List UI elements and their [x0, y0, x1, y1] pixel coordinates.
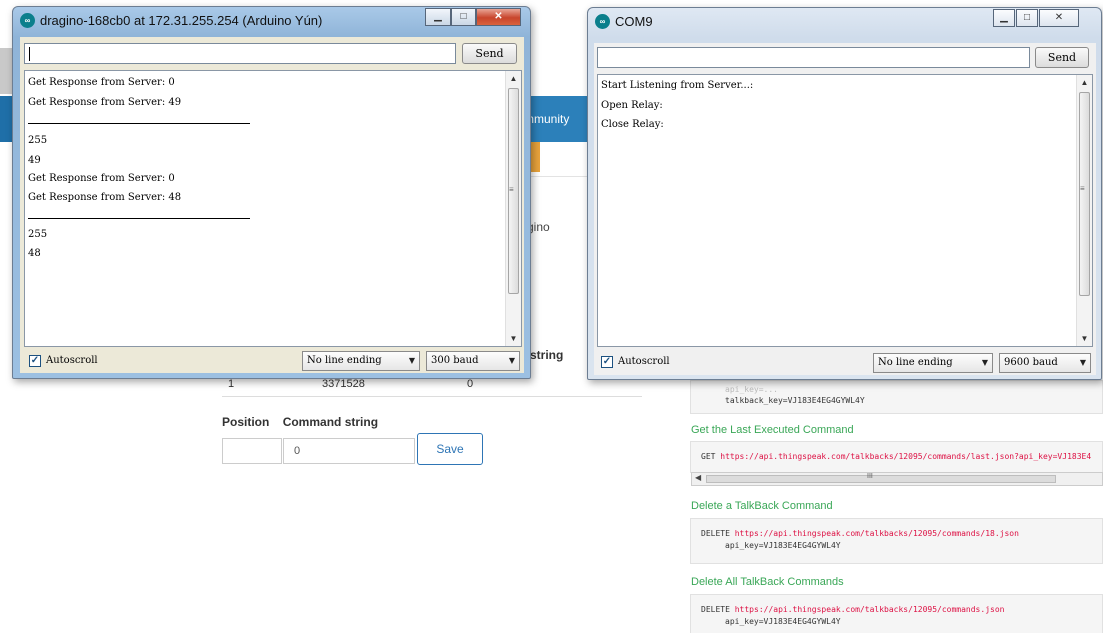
monitor-footer: ✓ Autoscroll No line ending ▼ 300 baud ▼: [20, 349, 524, 373]
serial-monitor-window-com9: ∞ COM9 ▁ □ ✕ Send Start Listening from S…: [587, 7, 1102, 380]
window-title: COM9: [615, 14, 653, 29]
title-bar[interactable]: ∞ COM9 ▁ □ ✕: [588, 8, 1101, 34]
code-line-param: api_key=VJ183E4EG4GYWL4Y: [725, 617, 841, 626]
line-ending-select[interactable]: No line ending ▼: [873, 353, 993, 373]
output-line: 49: [28, 155, 41, 166]
http-method: DELETE: [701, 529, 730, 538]
close-icon[interactable]: ✕: [1039, 9, 1079, 27]
output-line: Get Response from Server: 48: [28, 192, 182, 203]
command-string-label: Command string: [282, 415, 379, 429]
send-button[interactable]: Send: [1035, 47, 1089, 68]
endpoint-url[interactable]: https://api.thingspeak.com/talkbacks/120…: [720, 452, 1091, 461]
code-line-param: api_key=VJ183E4EG4GYWL4Y: [725, 541, 841, 550]
code-block-last-executed: GET https://api.thingspeak.com/talkbacks…: [690, 441, 1103, 473]
output-line: 48: [28, 248, 41, 259]
table-row: 1 3371528 0: [222, 377, 642, 397]
line-ending-select[interactable]: No line ending ▼: [302, 351, 420, 371]
serial-monitor-window-yun: ∞ dragino-168cb0 at 172.31.255.254 (Ardu…: [12, 6, 531, 379]
position-label: Position: [222, 415, 270, 429]
code-block-delete-command: DELETE https://api.thingspeak.com/talkba…: [690, 518, 1103, 564]
separator-line: [28, 123, 250, 124]
minimize-icon[interactable]: ▁: [425, 8, 451, 26]
output-line: Open Relay:: [601, 100, 663, 111]
serial-send-input[interactable]: [24, 43, 456, 64]
chevron-down-icon: ▼: [408, 356, 415, 365]
serial-output[interactable]: Get Response from Server: 0 Get Response…: [24, 70, 522, 347]
output-line: Get Response from Server: 49: [28, 97, 182, 108]
scroll-down-icon[interactable]: ▼: [506, 331, 521, 346]
http-method: DELETE: [701, 605, 730, 614]
endpoint-url[interactable]: https://api.thingspeak.com/talkbacks/120…: [735, 529, 1019, 538]
baud-rate-value: 9600 baud: [1004, 357, 1058, 368]
maximize-icon[interactable]: □: [1016, 9, 1038, 27]
separator-line: [28, 218, 250, 219]
scroll-up-icon[interactable]: ▲: [1077, 75, 1092, 90]
arduino-logo-icon: ∞: [595, 14, 610, 29]
save-button[interactable]: Save: [417, 433, 483, 465]
line-ending-value: No line ending: [878, 357, 953, 368]
serial-output[interactable]: Start Listening from Server...: Open Rel…: [597, 74, 1093, 347]
code-line-talkback-key: talkback_key=VJ183E4EG4GYWL4Y: [725, 396, 865, 405]
code-line-api-key: api_key=...: [725, 385, 778, 394]
window-client: Send Start Listening from Server...: Ope…: [594, 43, 1096, 375]
section-heading-last-executed: Get the Last Executed Command: [691, 424, 854, 436]
form-labels: Position Command string: [222, 415, 388, 429]
output-line: 255: [28, 135, 48, 146]
checkmark-icon[interactable]: ✓: [601, 356, 613, 368]
checkmark-icon[interactable]: ✓: [29, 355, 41, 367]
section-heading-delete-command: Delete a TalkBack Command: [691, 500, 833, 512]
minimize-icon[interactable]: ▁: [993, 9, 1015, 27]
window-title: dragino-168cb0 at 172.31.255.254 (Arduin…: [40, 13, 323, 28]
send-button[interactable]: Send: [462, 43, 517, 64]
section-heading-delete-all: Delete All TalkBack Commands: [691, 576, 844, 588]
chevron-down-icon: ▼: [981, 358, 988, 367]
vertical-scrollbar[interactable]: ▲ ≡ ▼: [1076, 75, 1092, 346]
scrollbar-thumb[interactable]: [1079, 92, 1090, 296]
scroll-down-icon[interactable]: ▼: [1077, 331, 1092, 346]
baud-rate-select[interactable]: 300 baud ▼: [426, 351, 520, 371]
output-line: Get Response from Server: 0: [28, 77, 175, 88]
code-block-delete-all: DELETE https://api.thingspeak.com/talkba…: [690, 594, 1103, 633]
endpoint-url[interactable]: https://api.thingspeak.com/talkbacks/120…: [735, 605, 1005, 614]
maximize-icon[interactable]: □: [451, 8, 476, 26]
output-line: Start Listening from Server...:: [601, 80, 754, 91]
output-line: 255: [28, 229, 48, 240]
command-string-input[interactable]: 0: [283, 438, 415, 464]
text-caret: [29, 47, 30, 61]
baud-rate-select[interactable]: 9600 baud ▼: [999, 353, 1091, 373]
table-cell-value: 0: [467, 378, 474, 390]
output-line: Get Response from Server: 0: [28, 173, 175, 184]
arduino-logo-icon: ∞: [20, 13, 35, 28]
column-header-fragment: string: [530, 348, 564, 362]
table-cell-position: 1: [228, 378, 235, 390]
vertical-scrollbar[interactable]: ▲ ≡ ▼: [505, 71, 521, 346]
autoscroll-label[interactable]: Autoscroll: [618, 356, 670, 367]
grip-icon: ≡: [509, 185, 514, 194]
close-icon[interactable]: ✕: [476, 8, 521, 26]
horizontal-scrollbar[interactable]: ◀ III: [691, 472, 1103, 486]
http-method: GET: [701, 452, 716, 461]
scroll-up-icon[interactable]: ▲: [506, 71, 521, 86]
baud-rate-value: 300 baud: [431, 355, 479, 366]
scrollbar-thumb[interactable]: III: [706, 473, 1056, 483]
chevron-down-icon: ▼: [1079, 358, 1086, 367]
table-cell-id: 3371528: [322, 378, 365, 390]
monitor-footer: ✓ Autoscroll No line ending ▼ 9600 baud …: [594, 350, 1096, 375]
desktop: mmunity gino string 1 3371528 0 Position…: [0, 0, 1103, 633]
code-block-keys: api_key=... talkback_key=VJ183E4EG4GYWL4…: [690, 380, 1103, 414]
title-bar[interactable]: ∞ dragino-168cb0 at 172.31.255.254 (Ardu…: [13, 7, 530, 33]
thumb-grip: III: [867, 473, 873, 480]
position-input[interactable]: [222, 438, 282, 464]
line-ending-value: No line ending: [307, 355, 382, 366]
chevron-down-icon: ▼: [508, 356, 515, 365]
autoscroll-label[interactable]: Autoscroll: [46, 355, 98, 366]
output-line: Close Relay:: [601, 119, 664, 130]
grip-icon: ≡: [1080, 184, 1085, 193]
window-client: Send Get Response from Server: 0 Get Res…: [20, 37, 524, 373]
scroll-left-icon[interactable]: ◀: [695, 473, 701, 482]
serial-send-input[interactable]: [597, 47, 1030, 68]
